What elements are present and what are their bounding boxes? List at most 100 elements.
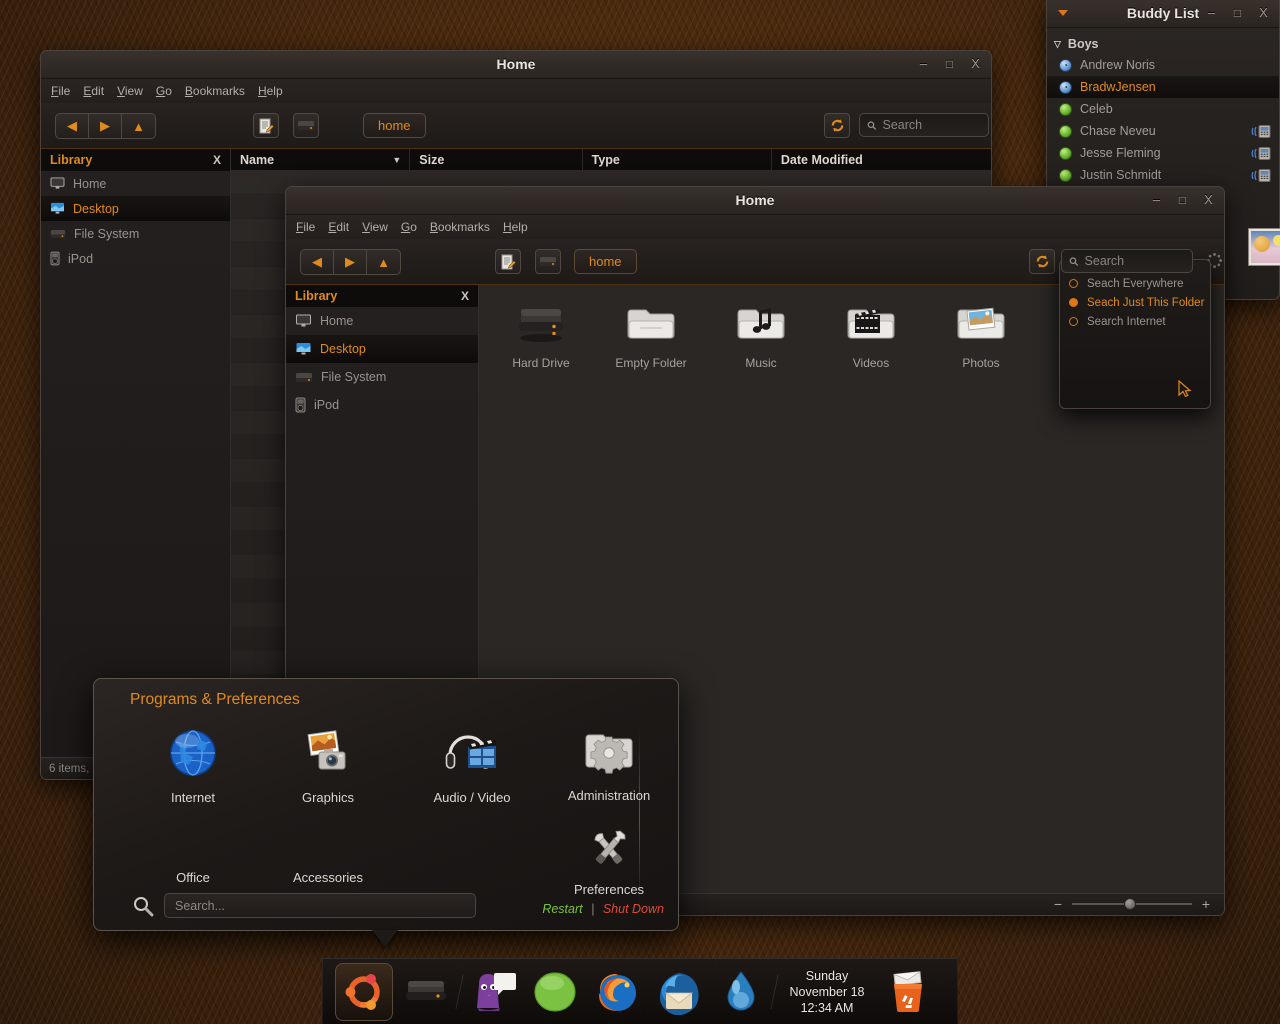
menu-bookmarks[interactable]: Bookmarks [430, 220, 490, 234]
menu-file[interactable]: File [296, 220, 315, 234]
sidebar-item-desktop[interactable]: Desktop [286, 335, 478, 363]
breadcrumb[interactable]: home [574, 249, 637, 274]
menu-view[interactable]: View [362, 220, 388, 234]
search-input[interactable] [882, 118, 981, 132]
menu-item-graphics[interactable]: Graphics [263, 727, 393, 805]
menu-file[interactable]: File [51, 84, 70, 98]
menu-item-audio-video[interactable]: Audio / Video [407, 727, 537, 805]
search-option-internet[interactable]: Search Internet [1060, 312, 1210, 331]
titlebar[interactable]: Home – □ X [286, 187, 1224, 215]
buddy-row[interactable]: Chase Neveu [1047, 120, 1279, 142]
close-button[interactable]: X [1201, 191, 1216, 209]
restart-button[interactable]: Restart [542, 902, 582, 916]
search-input[interactable] [1084, 254, 1185, 268]
dock-item-firefox[interactable] [588, 963, 646, 1021]
dock-item-green-orb[interactable] [526, 963, 584, 1021]
titlebar[interactable]: Buddy List – □ X [1047, 0, 1279, 28]
breadcrumb[interactable]: home [363, 113, 426, 138]
search-input-container[interactable] [859, 113, 989, 137]
dock-item-hard-drive[interactable] [397, 963, 455, 1021]
maximize-button[interactable]: □ [1175, 191, 1190, 209]
sidebar-item-desktop[interactable]: Desktop [41, 196, 230, 221]
dock-item-thunderbird[interactable] [650, 963, 708, 1021]
new-document-icon[interactable] [253, 113, 279, 138]
search-scope-menu[interactable]: Seach Everywhere Seach Just This Folder … [1059, 259, 1211, 409]
zoom-knob[interactable] [1124, 898, 1136, 910]
back-button[interactable]: ◀ [301, 250, 334, 274]
start-menu-panel[interactable]: Programs & Preferences Internet Graphics… [93, 678, 679, 931]
refresh-icon[interactable] [1029, 249, 1055, 274]
buddy-row[interactable]: Justin Schmidt [1047, 164, 1279, 186]
close-button[interactable]: X [968, 55, 983, 73]
menu-edit[interactable]: Edit [328, 220, 349, 234]
zoom-slider[interactable]: − + [1052, 893, 1212, 915]
search-option-everywhere[interactable]: Seach Everywhere [1060, 274, 1210, 293]
buddy-row[interactable]: ◔ Andrew Noris [1047, 54, 1279, 76]
menu-bookmarks[interactable]: Bookmarks [185, 84, 245, 98]
menu-go[interactable]: Go [401, 220, 417, 234]
hard-drive-icon[interactable] [535, 249, 561, 274]
shutdown-button[interactable]: Shut Down [603, 902, 664, 916]
maximize-button[interactable]: □ [942, 55, 957, 73]
menu-help[interactable]: Help [503, 220, 528, 234]
sidebar-close-icon[interactable]: X [461, 289, 469, 303]
menu-view[interactable]: View [117, 84, 143, 98]
search-option-this-folder[interactable]: Seach Just This Folder [1060, 293, 1210, 312]
forward-button[interactable]: ▶ [334, 250, 367, 274]
start-menu-search[interactable] [132, 893, 476, 918]
start-search-input[interactable] [175, 898, 465, 913]
column-header-size[interactable]: Size [410, 149, 583, 170]
hard-drive-icon[interactable] [293, 113, 319, 138]
sidebar-close-icon[interactable]: X [213, 153, 221, 167]
sidebar-item-file-system[interactable]: File System [286, 363, 478, 391]
sidebar-item-ipod[interactable]: iPod [286, 391, 478, 419]
file-icon-empty-folder[interactable]: Empty Folder [609, 301, 693, 370]
file-icon-videos[interactable]: Videos [829, 301, 913, 370]
file-icon-music[interactable]: Music [719, 301, 803, 370]
column-header-date[interactable]: Date Modified [772, 149, 991, 170]
dock-item-trash[interactable] [879, 963, 937, 1021]
start-search-field[interactable] [164, 893, 476, 918]
menu-item-administration[interactable]: Administration [544, 727, 674, 803]
refresh-icon[interactable] [824, 113, 850, 138]
sidebar-item-file-system[interactable]: File System [41, 221, 230, 246]
buddy-group-boys[interactable]: ▽ Boys [1047, 34, 1279, 54]
sidebar-item-home[interactable]: Home [286, 307, 478, 335]
buddy-row[interactable]: ◔ BradwJensen [1047, 76, 1279, 98]
menu-help[interactable]: Help [258, 84, 283, 98]
minimize-button[interactable]: – [1149, 191, 1164, 209]
buddy-row[interactable]: Jesse Fleming [1047, 142, 1279, 164]
group-expander-icon[interactable]: ▽ [1054, 39, 1061, 50]
dock-item-pidgin[interactable] [464, 963, 522, 1021]
zoom-out-button[interactable]: − [1052, 896, 1064, 912]
menu-item-accessories[interactable]: Accessories [263, 864, 393, 885]
maximize-button[interactable]: □ [1230, 4, 1245, 22]
menu-item-internet[interactable]: Internet [128, 727, 258, 805]
back-button[interactable]: ◀ [56, 114, 89, 138]
minimize-button[interactable]: – [916, 55, 931, 73]
new-document-icon[interactable] [495, 249, 521, 274]
search-input-container[interactable] [1061, 249, 1193, 273]
sidebar-item-ipod[interactable]: iPod [41, 246, 230, 271]
menu-edit[interactable]: Edit [83, 84, 104, 98]
column-header-name[interactable]: Name ▼ [231, 149, 411, 170]
file-icon-photos[interactable]: Photos [939, 301, 1023, 370]
dock-item-ubuntu-start[interactable] [335, 962, 393, 1021]
titlebar[interactable]: Home – □ X [41, 51, 991, 79]
menu-go[interactable]: Go [156, 84, 172, 98]
forward-button[interactable]: ▶ [89, 114, 122, 138]
sidebar-item-home[interactable]: Home [41, 171, 230, 196]
up-button[interactable]: ▲ [122, 114, 155, 138]
file-icon-hard-drive[interactable]: Hard Drive [499, 301, 583, 370]
minimize-button[interactable]: – [1204, 4, 1219, 22]
dock-item-deluge[interactable] [712, 963, 770, 1021]
up-button[interactable]: ▲ [367, 250, 400, 274]
zoom-in-button[interactable]: + [1200, 896, 1212, 912]
column-header-type[interactable]: Type [583, 149, 772, 170]
menu-item-preferences[interactable]: Preferences [544, 827, 674, 897]
menu-item-office[interactable]: Office [128, 864, 258, 885]
buddy-row[interactable]: Celeb [1047, 98, 1279, 120]
zoom-track[interactable] [1072, 898, 1192, 910]
dock-clock[interactable]: Sunday November 18 12:34 AM [779, 968, 875, 1016]
close-button[interactable]: X [1256, 4, 1271, 22]
